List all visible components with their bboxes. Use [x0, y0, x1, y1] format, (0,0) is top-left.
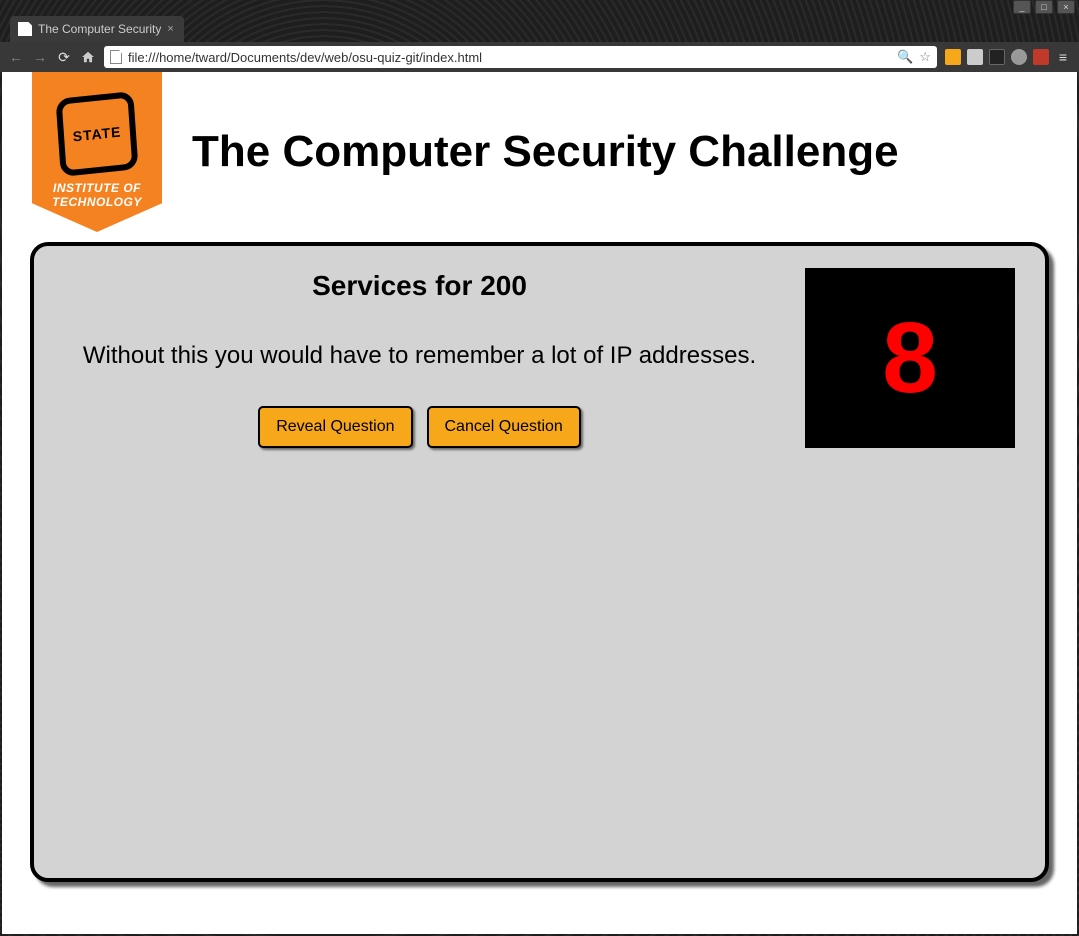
window-minimize-button[interactable]: _	[1013, 0, 1031, 14]
logo-mark: STATE	[55, 91, 138, 177]
osu-logo: STATE INSTITUTE OFTECHNOLOGY	[32, 72, 162, 232]
extension-icon[interactable]	[945, 49, 961, 65]
window-maximize-button[interactable]: □	[1035, 0, 1053, 14]
extension-icon[interactable]	[989, 49, 1005, 65]
extension-icon[interactable]	[1033, 49, 1049, 65]
tab-strip: The Computer Security ×	[0, 14, 1079, 42]
logo-mark-text: STATE	[72, 124, 122, 143]
home-button[interactable]	[80, 49, 96, 65]
tab-close-button[interactable]: ×	[167, 23, 173, 35]
game-panel: Services for 200 Without this you would …	[30, 242, 1049, 882]
timer-box: 8	[805, 268, 1015, 448]
category-heading: Services for 200	[64, 270, 775, 302]
question-area: Services for 200 Without this you would …	[64, 266, 775, 448]
page-header: STATE INSTITUTE OFTECHNOLOGY The Compute…	[2, 72, 1077, 232]
clue-text: Without this you would have to remember …	[64, 342, 775, 370]
page-icon	[18, 22, 32, 36]
tab-title: The Computer Security	[38, 22, 161, 36]
zoom-icon[interactable]: 🔍	[897, 49, 913, 65]
cancel-question-button[interactable]: Cancel Question	[427, 406, 581, 448]
window-titlebar: _ □ ×	[0, 0, 1079, 14]
browser-window: _ □ × The Computer Security × ← → ⟳ file…	[0, 0, 1079, 936]
back-button[interactable]: ←	[8, 49, 24, 65]
forward-button[interactable]: →	[32, 49, 48, 65]
page-title: The Computer Security Challenge	[192, 127, 899, 177]
extension-icons: ≡	[945, 49, 1071, 65]
gear-icon[interactable]	[967, 49, 983, 65]
page-content: STATE INSTITUTE OFTECHNOLOGY The Compute…	[2, 72, 1077, 934]
logo-subtext: INSTITUTE OFTECHNOLOGY	[52, 181, 142, 210]
browser-tab[interactable]: The Computer Security ×	[10, 16, 184, 42]
url-text: file:///home/tward/Documents/dev/web/osu…	[128, 50, 891, 65]
reveal-question-button[interactable]: Reveal Question	[258, 406, 412, 448]
url-input[interactable]: file:///home/tward/Documents/dev/web/osu…	[104, 46, 937, 68]
extension-icon[interactable]	[1011, 49, 1027, 65]
bookmark-icon[interactable]: ☆	[919, 49, 931, 65]
button-row: Reveal Question Cancel Question	[64, 406, 775, 448]
address-bar: ← → ⟳ file:///home/tward/Documents/dev/w…	[0, 42, 1079, 72]
menu-icon[interactable]: ≡	[1055, 49, 1071, 65]
reload-button[interactable]: ⟳	[56, 49, 72, 65]
timer-value: 8	[882, 301, 938, 416]
page-icon	[110, 50, 122, 64]
window-close-button[interactable]: ×	[1057, 0, 1075, 14]
